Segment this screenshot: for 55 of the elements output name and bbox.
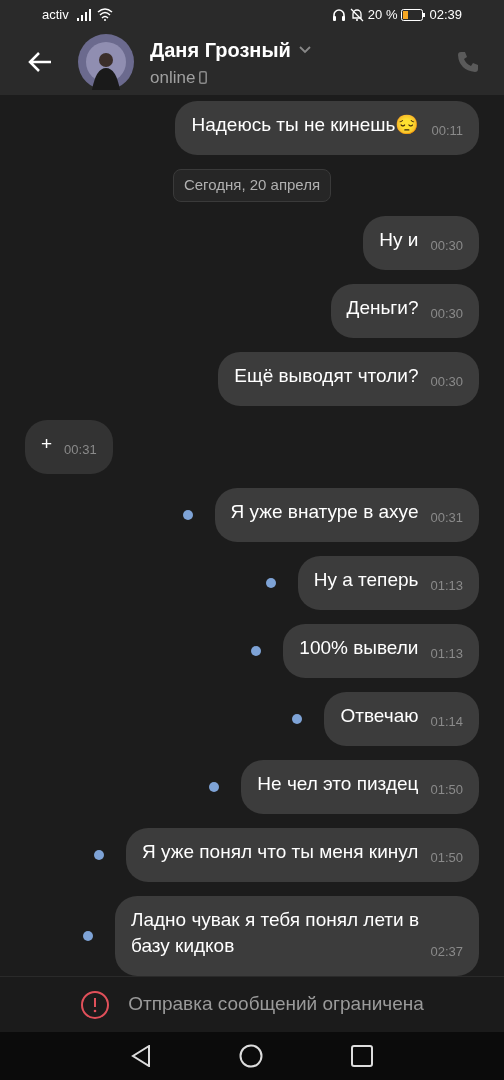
- contact-name[interactable]: Даня Грозный: [150, 34, 291, 65]
- phone-device-icon: [199, 70, 208, 84]
- muted-bell-icon: [349, 7, 364, 22]
- message-bubble[interactable]: Ещё выводят чтоли? 00:30: [218, 351, 479, 406]
- online-status: online: [150, 66, 196, 89]
- message-time: 00:30: [430, 304, 463, 323]
- chevron-down-icon[interactable]: [298, 45, 311, 54]
- message-text: Не чел это пиздец: [257, 772, 419, 794]
- warning-icon: [80, 989, 111, 1020]
- message-bubble[interactable]: Ну и 00:30: [363, 215, 479, 270]
- message-text: Ещё выводят чтоли?: [234, 364, 419, 386]
- message-time: 01:50: [430, 780, 463, 799]
- clock: 02:39: [429, 6, 462, 24]
- message-text: Отвечаю: [340, 704, 419, 726]
- message-bubble[interactable]: Я уже внатуре в ахуе 00:31: [214, 487, 479, 542]
- nav-home-icon[interactable]: [239, 1044, 263, 1069]
- message-time: 01:14: [430, 712, 463, 731]
- message-time: 00:31: [64, 440, 97, 459]
- message-text: +: [41, 432, 53, 454]
- message-time: 00:30: [430, 236, 463, 255]
- message-time: 02:37: [430, 942, 463, 961]
- message-bubble[interactable]: + 00:31: [25, 419, 113, 474]
- headphones-icon: [331, 7, 346, 22]
- message-text: 100% вывели: [299, 636, 419, 658]
- battery-percent: 20 %: [367, 6, 398, 24]
- nav-recents-icon[interactable]: [351, 1045, 373, 1068]
- message-text: Я уже понял что ты меня кинул: [142, 840, 419, 862]
- message-text: Ладно чувак я тебя понял лети в базу кидков: [131, 908, 420, 956]
- message-bubble[interactable]: Ладно чувак я тебя понял лети в базу кидков 02:37: [115, 895, 479, 976]
- message-bubble[interactable]: 100% вывели 01:13: [283, 623, 479, 678]
- message-text: Надеюсь ты не кинешь😔: [191, 114, 420, 136]
- message-time: 00:31: [430, 508, 463, 527]
- message-bubble[interactable]: Ну а теперь 01:13: [297, 555, 479, 610]
- message-text: Я уже внатуре в ахуе: [230, 500, 419, 522]
- message-time: 00:11: [431, 122, 463, 141]
- signal-icon: [76, 8, 93, 21]
- message-time: 01:13: [430, 644, 463, 663]
- message-time: 01:13: [430, 576, 463, 595]
- message-text: Ну и: [379, 228, 419, 250]
- carrier-name: activ: [42, 6, 69, 24]
- wifi-icon: [96, 8, 113, 22]
- message-bubble[interactable]: Я уже понял что ты меня кинул 01:50: [126, 827, 479, 882]
- message-time: 00:30: [430, 372, 463, 391]
- message-bubble[interactable]: Не чел это пиздец 01:50: [241, 759, 479, 814]
- message-text: Ну а теперь: [313, 568, 419, 590]
- message-text: Деньги?: [346, 296, 419, 318]
- message-bubble[interactable]: Отвечаю 01:14: [324, 691, 479, 746]
- restriction-notice: Отправка сообщений ограничена: [128, 992, 424, 1017]
- message-bubble[interactable]: Надеюсь ты не кинешь😔 00:11: [175, 101, 479, 156]
- date-label: Сегодня, 20 апреля: [172, 169, 332, 202]
- message-time: 01:50: [430, 848, 463, 867]
- battery-icon: [401, 8, 426, 21]
- nav-back-icon[interactable]: [131, 1045, 151, 1068]
- message-bubble[interactable]: Деньги? 00:30: [330, 283, 479, 338]
- avatar[interactable]: [78, 34, 134, 91]
